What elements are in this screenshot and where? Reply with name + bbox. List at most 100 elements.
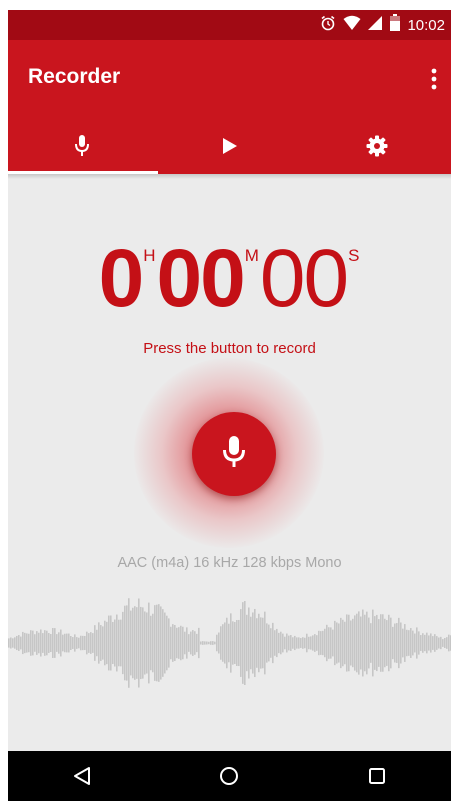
waveform-bar bbox=[434, 634, 436, 652]
waveform-bar bbox=[218, 632, 220, 654]
waveform-bar bbox=[330, 627, 332, 659]
waveform-bar bbox=[352, 618, 354, 668]
waveform-bar bbox=[296, 637, 298, 649]
waveform-bar bbox=[130, 610, 132, 676]
waveform-bar bbox=[408, 630, 410, 656]
waveform-bar bbox=[80, 635, 82, 651]
waveform-bar bbox=[276, 628, 278, 658]
waveform-bar bbox=[302, 637, 304, 649]
waveform-bar bbox=[254, 608, 256, 678]
waveform-bar bbox=[232, 621, 234, 665]
waveform-bar bbox=[312, 635, 314, 651]
waveform-bar bbox=[108, 615, 110, 671]
waveform-bar bbox=[376, 614, 378, 672]
home-icon[interactable] bbox=[209, 756, 249, 796]
waveform-bar bbox=[412, 630, 414, 656]
waveform-bar bbox=[78, 637, 80, 649]
elapsed-timer: 0H00M00S bbox=[8, 238, 451, 320]
waveform-bar bbox=[128, 598, 130, 688]
waveform-bar bbox=[44, 630, 46, 656]
tab-bar bbox=[8, 122, 451, 174]
waveform-bar bbox=[380, 614, 382, 672]
waveform-bar bbox=[426, 632, 428, 654]
waveform-bar bbox=[260, 617, 262, 669]
waveform-bar bbox=[120, 619, 122, 667]
wifi-icon bbox=[343, 15, 361, 36]
waveform bbox=[8, 598, 451, 688]
app-bar: Recorder bbox=[8, 40, 451, 122]
waveform-bar bbox=[356, 613, 358, 673]
waveform-bar bbox=[418, 631, 420, 655]
waveform-bar bbox=[250, 616, 252, 670]
waveform-bar bbox=[354, 615, 356, 671]
waveform-bar bbox=[288, 635, 290, 651]
waveform-bar bbox=[248, 607, 250, 679]
waveform-bar bbox=[28, 633, 30, 653]
waveform-bar bbox=[348, 614, 350, 672]
record-button[interactable] bbox=[192, 412, 276, 496]
waveform-bar bbox=[362, 609, 364, 677]
waveform-bar bbox=[242, 602, 244, 684]
waveform-bar bbox=[126, 605, 128, 681]
waveform-bar bbox=[410, 628, 412, 658]
waveform-bar bbox=[334, 620, 336, 666]
waveform-bar bbox=[398, 617, 400, 669]
mic-icon bbox=[222, 435, 246, 474]
status-time: 10:02 bbox=[407, 16, 445, 34]
waveform-bar bbox=[388, 614, 390, 672]
waveform-bar bbox=[100, 625, 102, 661]
waveform-bar bbox=[24, 632, 26, 654]
waveform-bar bbox=[200, 641, 202, 645]
waveform-bar bbox=[280, 631, 282, 655]
waveform-bar bbox=[206, 641, 208, 645]
waveform-bar bbox=[140, 606, 142, 680]
waveform-bar bbox=[306, 633, 308, 653]
waveform-bar bbox=[136, 607, 138, 679]
waveform-bar bbox=[440, 636, 442, 650]
waveform-bar bbox=[322, 630, 324, 656]
waveform-bar bbox=[118, 619, 120, 667]
waveform-bar bbox=[294, 635, 296, 651]
waveform-bar bbox=[314, 634, 316, 652]
waveform-bar bbox=[76, 637, 78, 649]
waveform-bar bbox=[164, 612, 166, 674]
waveform-bar bbox=[406, 629, 408, 657]
waveform-bar bbox=[20, 636, 22, 650]
waveform-bar bbox=[390, 617, 392, 669]
tab-record[interactable] bbox=[8, 122, 158, 174]
tab-playback[interactable] bbox=[156, 122, 304, 174]
waveform-bar bbox=[266, 623, 268, 663]
waveform-bar bbox=[166, 615, 168, 671]
waveform-bar bbox=[92, 633, 94, 653]
waveform-bar bbox=[400, 622, 402, 664]
recents-icon[interactable] bbox=[357, 756, 397, 796]
waveform-bar bbox=[104, 620, 106, 666]
waveform-bar bbox=[416, 627, 418, 659]
back-icon[interactable] bbox=[62, 756, 102, 796]
record-prompt: Press the button to record bbox=[143, 340, 316, 357]
waveform-bar bbox=[344, 621, 346, 665]
waveform-bar bbox=[142, 607, 144, 679]
waveform-bar bbox=[188, 634, 190, 652]
waveform-bar bbox=[392, 626, 394, 660]
timer-hours-unit: H bbox=[143, 246, 156, 265]
waveform-bar bbox=[30, 630, 32, 656]
waveform-bar bbox=[38, 632, 40, 654]
tab-settings[interactable] bbox=[303, 122, 451, 174]
more-vert-icon[interactable] bbox=[425, 64, 443, 94]
waveform-bar bbox=[374, 616, 376, 670]
waveform-bar bbox=[372, 609, 374, 677]
waveform-bar bbox=[216, 634, 218, 652]
waveform-bar bbox=[290, 635, 292, 651]
waveform-bar bbox=[16, 635, 18, 651]
nav-bar bbox=[8, 751, 451, 801]
waveform-bar bbox=[378, 619, 380, 667]
waveform-bar bbox=[222, 624, 224, 662]
waveform-bar bbox=[96, 629, 98, 657]
waveform-bar bbox=[52, 628, 54, 658]
waveform-bar bbox=[56, 634, 58, 652]
waveform-bar bbox=[62, 634, 64, 652]
waveform-bar bbox=[396, 623, 398, 663]
waveform-bar bbox=[12, 638, 14, 648]
waveform-bar bbox=[246, 614, 248, 672]
